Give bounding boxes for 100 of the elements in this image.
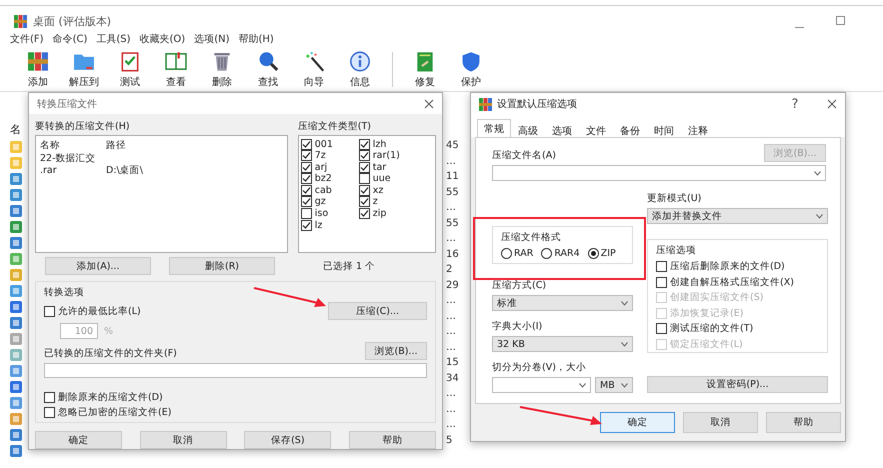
- maximize-icon[interactable]: [836, 16, 845, 25]
- checkbox-label: 创建自解压格式压缩文件(X): [670, 276, 794, 288]
- toolbar-button[interactable]: 解压到: [66, 50, 102, 89]
- table-cell-text: 55: [446, 186, 459, 200]
- toolbar-button[interactable]: 保护: [453, 50, 489, 89]
- file-icon: [10, 221, 22, 233]
- tab[interactable]: 备份: [613, 121, 647, 137]
- checkbox[interactable]: [358, 150, 370, 162]
- tab[interactable]: 选项: [545, 121, 579, 137]
- checkbox-label: z: [372, 196, 378, 208]
- checkbox[interactable]: [300, 173, 312, 184]
- file-icon: [10, 381, 22, 393]
- split-size-field[interactable]: [492, 377, 591, 393]
- chevron-down-icon: [621, 382, 628, 388]
- file-icon: [10, 269, 22, 281]
- dialog-button[interactable]: 取消: [140, 431, 227, 449]
- table-cell-text: …: [446, 342, 457, 354]
- table-cell-text: 29: [446, 280, 459, 292]
- toolbar-button[interactable]: 测试: [112, 50, 148, 89]
- menu-item[interactable]: 帮助(H): [238, 32, 274, 46]
- checkbox[interactable]: [300, 138, 312, 150]
- table-cell-text: 45: [446, 140, 459, 153]
- password-button[interactable]: 设置密码(P)...: [647, 376, 828, 393]
- radio-button[interactable]: [501, 248, 512, 258]
- tab[interactable]: 注释: [681, 121, 715, 137]
- checkbox[interactable]: [656, 323, 667, 334]
- dialog-button[interactable]: 确定: [600, 412, 675, 433]
- tab[interactable]: 文件: [579, 121, 613, 137]
- compress-button[interactable]: 压缩(C)...: [328, 302, 427, 320]
- checkbox[interactable]: [300, 196, 312, 208]
- folder-field[interactable]: [44, 363, 427, 378]
- close-icon[interactable]: [424, 98, 434, 108]
- menu-item[interactable]: 收藏夹(O): [140, 32, 186, 46]
- checkbox[interactable]: [358, 196, 370, 208]
- checkbox-label: 允许的最低比率(L): [58, 304, 141, 318]
- section-label: 压缩文件类型(T): [298, 120, 372, 133]
- minimize-icon[interactable]: [795, 27, 804, 29]
- dialog-button[interactable]: 确定: [35, 431, 122, 449]
- checkbox[interactable]: [300, 184, 312, 196]
- radio-button[interactable]: [541, 248, 552, 258]
- checkbox[interactable]: [358, 208, 370, 220]
- toolbar-button[interactable]: 修复: [407, 50, 443, 89]
- checkbox[interactable]: [300, 150, 312, 162]
- chevron-down-icon: [579, 382, 586, 388]
- unit-dropdown[interactable]: MB: [595, 377, 633, 393]
- column-header: 名: [10, 122, 22, 137]
- file-icon: [10, 429, 22, 441]
- dialog-button[interactable]: 帮助: [766, 412, 841, 433]
- dialog-button[interactable]: 保存(S): [244, 431, 332, 449]
- menu-item[interactable]: 文件(F): [10, 32, 44, 46]
- tab[interactable]: 常规: [477, 119, 511, 137]
- checkbox[interactable]: [358, 138, 370, 150]
- dialog-button[interactable]: 取消: [683, 412, 758, 433]
- checkbox[interactable]: [300, 220, 312, 231]
- file-icon: [10, 413, 22, 425]
- checkbox[interactable]: [358, 173, 370, 184]
- checkbox[interactable]: [656, 261, 667, 272]
- add-button[interactable]: 添加(A)...: [45, 257, 151, 275]
- toolbar-button[interactable]: 删除: [204, 50, 240, 89]
- toolbar-button[interactable]: 向导: [296, 50, 332, 89]
- menu-item[interactable]: 工具(S): [96, 32, 131, 46]
- checkbox-label: xz: [372, 184, 384, 196]
- checkbox[interactable]: [300, 162, 312, 173]
- checkbox[interactable]: [358, 184, 370, 196]
- tab[interactable]: 高级: [511, 121, 545, 137]
- checkbox[interactable]: [44, 306, 55, 316]
- chevron-down-icon: [814, 170, 821, 176]
- unit-label: %: [104, 326, 114, 336]
- method-dropdown[interactable]: 标准: [492, 295, 633, 311]
- file-icon: [10, 205, 22, 217]
- checkbox-label: tar: [372, 162, 386, 173]
- toolbar-button[interactable]: 查看: [158, 50, 194, 89]
- table-cell-text: …: [446, 388, 457, 401]
- dialog-button[interactable]: 帮助: [348, 431, 436, 449]
- menu-item[interactable]: 命令(C): [52, 32, 88, 46]
- close-icon[interactable]: [827, 99, 837, 109]
- checkbox[interactable]: [44, 406, 55, 418]
- checkbox[interactable]: [358, 162, 370, 173]
- browse-button[interactable]: 浏览(B)...: [365, 342, 427, 360]
- table-cell-text: …: [446, 310, 457, 324]
- tab[interactable]: 时间: [647, 121, 681, 137]
- toolbar-button[interactable]: 信息: [342, 50, 378, 89]
- help-icon[interactable]: ?: [786, 96, 804, 112]
- checkbox[interactable]: [300, 208, 312, 220]
- checkbox[interactable]: [44, 392, 55, 402]
- toolbar-button[interactable]: 查找: [250, 50, 286, 89]
- table-cell-text: 2: [446, 264, 454, 277]
- checkbox-label: bz2: [314, 173, 332, 184]
- file-icon: [10, 445, 22, 457]
- delete-button[interactable]: 删除(R): [169, 257, 275, 275]
- dictionary-dropdown[interactable]: 32 KB: [492, 336, 633, 352]
- checkbox[interactable]: [656, 276, 667, 288]
- update-mode-dropdown[interactable]: 添加并替换文件: [647, 208, 828, 224]
- file-icon: [10, 365, 22, 377]
- archive-name-field[interactable]: [492, 165, 826, 181]
- file-icon: [10, 253, 22, 265]
- table-cell-text: …: [446, 326, 457, 339]
- toolbar-button[interactable]: 添加: [20, 50, 56, 89]
- radio-button[interactable]: [588, 248, 599, 258]
- menu-item[interactable]: 选项(N): [194, 32, 230, 46]
